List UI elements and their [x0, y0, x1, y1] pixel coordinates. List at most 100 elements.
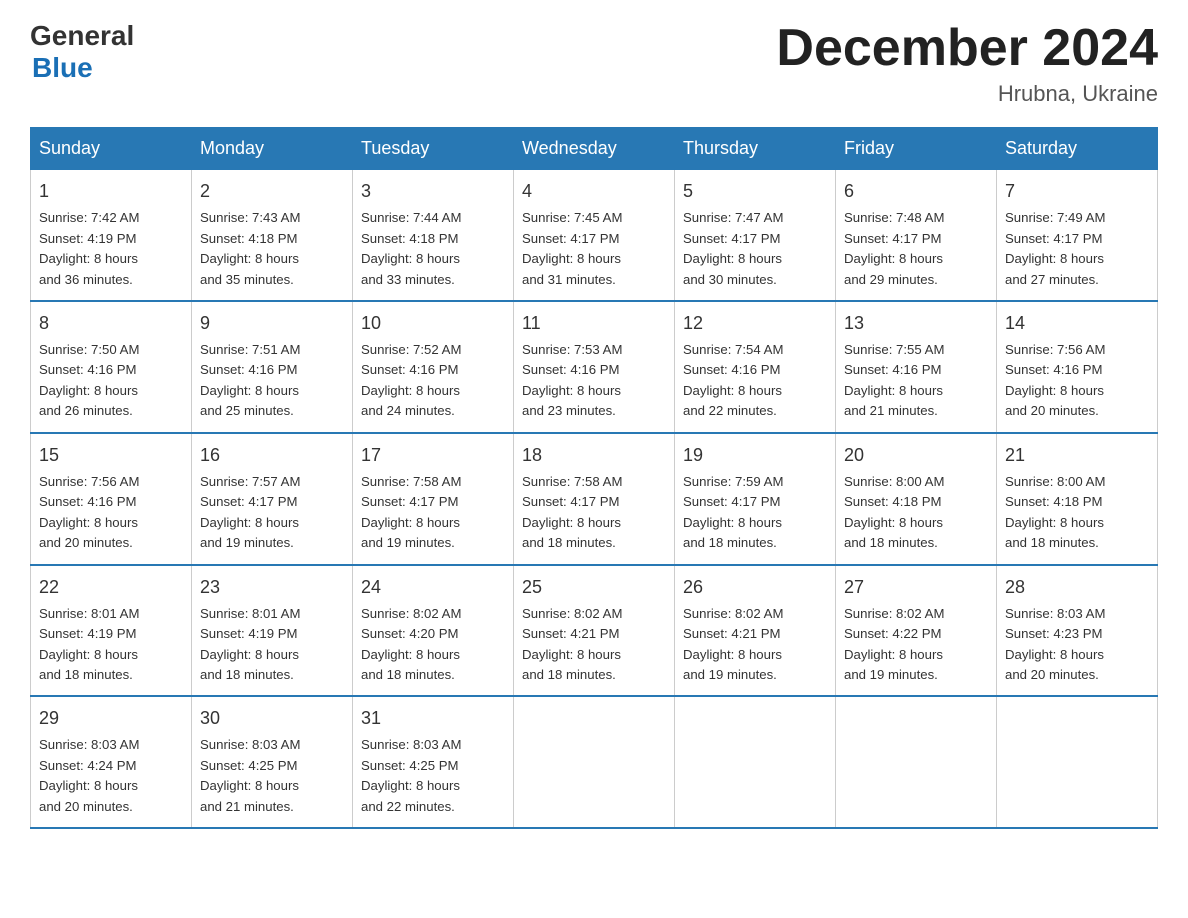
day-info: Sunrise: 7:58 AMSunset: 4:17 PMDaylight:…	[361, 472, 505, 554]
day-number: 4	[522, 178, 666, 205]
logo-blue-text: Blue	[32, 52, 93, 84]
calendar-day-cell: 28Sunrise: 8:03 AMSunset: 4:23 PMDayligh…	[997, 565, 1158, 697]
day-info: Sunrise: 7:59 AMSunset: 4:17 PMDaylight:…	[683, 472, 827, 554]
day-info: Sunrise: 8:01 AMSunset: 4:19 PMDaylight:…	[200, 604, 344, 686]
day-number: 13	[844, 310, 988, 337]
day-info: Sunrise: 7:54 AMSunset: 4:16 PMDaylight:…	[683, 340, 827, 422]
calendar-day-cell: 31 Sunrise: 8:03 AMSunset: 4:25 PMDayligh…	[353, 696, 514, 828]
day-number: 18	[522, 442, 666, 469]
day-info: Sunrise: 8:01 AMSunset: 4:19 PMDaylight:…	[39, 604, 183, 686]
day-info: Sunrise: 8:02 AMSunset: 4:22 PMDaylight:…	[844, 604, 988, 686]
day-info: Sunrise: 8:02 AMSunset: 4:21 PMDaylight:…	[522, 604, 666, 686]
day-number: 31	[361, 705, 505, 732]
calendar-day-cell	[997, 696, 1158, 828]
calendar-day-cell: 15Sunrise: 7:56 AMSunset: 4:16 PMDayligh…	[31, 433, 192, 565]
header-monday: Monday	[192, 128, 353, 170]
day-number: 16	[200, 442, 344, 469]
calendar-day-cell: 18Sunrise: 7:58 AMSunset: 4:17 PMDayligh…	[514, 433, 675, 565]
header-tuesday: Tuesday	[353, 128, 514, 170]
day-info: Sunrise: 7:57 AMSunset: 4:17 PMDaylight:…	[200, 472, 344, 554]
day-info: Sunrise: 8:03 AMSunset: 4:24 PMDaylight:…	[39, 735, 183, 817]
day-info: Sunrise: 8:03 AMSunset: 4:25 PMDaylight:…	[200, 735, 344, 817]
day-number: 9	[200, 310, 344, 337]
page-header: General Blue December 2024 Hrubna, Ukrai…	[30, 20, 1158, 107]
month-title: December 2024	[776, 20, 1158, 77]
calendar-day-cell: 20 Sunrise: 8:00 AMSunset: 4:18 PMDayligh…	[836, 433, 997, 565]
calendar-day-cell: 10Sunrise: 7:52 AMSunset: 4:16 PMDayligh…	[353, 301, 514, 433]
calendar-day-cell: 26 Sunrise: 8:02 AMSunset: 4:21 PMDayligh…	[675, 565, 836, 697]
day-info: Sunrise: 7:55 AMSunset: 4:16 PMDaylight:…	[844, 340, 988, 422]
calendar-day-cell: 3 Sunrise: 7:44 AMSunset: 4:18 PMDaylight…	[353, 170, 514, 301]
day-info: Sunrise: 7:47 AMSunset: 4:17 PMDaylight:…	[683, 208, 827, 290]
day-number: 2	[200, 178, 344, 205]
calendar-day-cell: 24Sunrise: 8:02 AMSunset: 4:20 PMDayligh…	[353, 565, 514, 697]
header-saturday: Saturday	[997, 128, 1158, 170]
day-info: Sunrise: 7:56 AMSunset: 4:16 PMDaylight:…	[1005, 340, 1149, 422]
day-number: 1	[39, 178, 183, 205]
day-info: Sunrise: 7:56 AMSunset: 4:16 PMDaylight:…	[39, 472, 183, 554]
day-number: 11	[522, 310, 666, 337]
logo: General Blue	[30, 20, 134, 84]
day-info: Sunrise: 8:02 AMSunset: 4:21 PMDaylight:…	[683, 604, 827, 686]
day-number: 29	[39, 705, 183, 732]
calendar-day-cell: 2 Sunrise: 7:43 AMSunset: 4:18 PMDaylight…	[192, 170, 353, 301]
header-wednesday: Wednesday	[514, 128, 675, 170]
calendar-day-cell: 14 Sunrise: 7:56 AMSunset: 4:16 PMDayligh…	[997, 301, 1158, 433]
day-number: 8	[39, 310, 183, 337]
day-number: 21	[1005, 442, 1149, 469]
location: Hrubna, Ukraine	[776, 81, 1158, 107]
title-section: December 2024 Hrubna, Ukraine	[776, 20, 1158, 107]
calendar-day-cell	[836, 696, 997, 828]
calendar-week-row: 1 Sunrise: 7:42 AMSunset: 4:19 PMDaylight…	[31, 170, 1158, 301]
day-info: Sunrise: 7:42 AMSunset: 4:19 PMDaylight:…	[39, 208, 183, 290]
calendar-day-cell: 7 Sunrise: 7:49 AMSunset: 4:17 PMDaylight…	[997, 170, 1158, 301]
header-friday: Friday	[836, 128, 997, 170]
day-info: Sunrise: 7:52 AMSunset: 4:16 PMDaylight:…	[361, 340, 505, 422]
calendar-day-cell	[514, 696, 675, 828]
calendar-day-cell: 22 Sunrise: 8:01 AMSunset: 4:19 PMDayligh…	[31, 565, 192, 697]
day-number: 5	[683, 178, 827, 205]
calendar-day-cell: 4 Sunrise: 7:45 AMSunset: 4:17 PMDaylight…	[514, 170, 675, 301]
day-info: Sunrise: 7:43 AMSunset: 4:18 PMDaylight:…	[200, 208, 344, 290]
day-info: Sunrise: 8:03 AMSunset: 4:25 PMDaylight:…	[361, 735, 505, 817]
logo-general-text: General	[30, 20, 134, 52]
calendar-day-cell: 17 Sunrise: 7:58 AMSunset: 4:17 PMDayligh…	[353, 433, 514, 565]
calendar-day-cell: 9 Sunrise: 7:51 AMSunset: 4:16 PMDaylight…	[192, 301, 353, 433]
calendar-table: Sunday Monday Tuesday Wednesday Thursday…	[30, 127, 1158, 829]
calendar-day-cell: 21Sunrise: 8:00 AMSunset: 4:18 PMDayligh…	[997, 433, 1158, 565]
day-info: Sunrise: 8:00 AMSunset: 4:18 PMDaylight:…	[844, 472, 988, 554]
day-number: 17	[361, 442, 505, 469]
day-number: 7	[1005, 178, 1149, 205]
calendar-day-cell: 23Sunrise: 8:01 AMSunset: 4:19 PMDayligh…	[192, 565, 353, 697]
day-number: 25	[522, 574, 666, 601]
day-number: 26	[683, 574, 827, 601]
calendar-week-row: 29 Sunrise: 8:03 AMSunset: 4:24 PMDayligh…	[31, 696, 1158, 828]
day-info: Sunrise: 7:45 AMSunset: 4:17 PMDaylight:…	[522, 208, 666, 290]
header-sunday: Sunday	[31, 128, 192, 170]
day-number: 6	[844, 178, 988, 205]
day-number: 19	[683, 442, 827, 469]
day-number: 12	[683, 310, 827, 337]
day-info: Sunrise: 7:48 AMSunset: 4:17 PMDaylight:…	[844, 208, 988, 290]
day-info: Sunrise: 7:53 AMSunset: 4:16 PMDaylight:…	[522, 340, 666, 422]
day-number: 28	[1005, 574, 1149, 601]
calendar-week-row: 22 Sunrise: 8:01 AMSunset: 4:19 PMDayligh…	[31, 565, 1158, 697]
calendar-day-cell: 19 Sunrise: 7:59 AMSunset: 4:17 PMDayligh…	[675, 433, 836, 565]
calendar-day-cell: 29 Sunrise: 8:03 AMSunset: 4:24 PMDayligh…	[31, 696, 192, 828]
day-number: 30	[200, 705, 344, 732]
day-number: 20	[844, 442, 988, 469]
calendar-day-cell	[675, 696, 836, 828]
day-number: 14	[1005, 310, 1149, 337]
day-number: 3	[361, 178, 505, 205]
day-info: Sunrise: 7:50 AMSunset: 4:16 PMDaylight:…	[39, 340, 183, 422]
calendar-day-cell: 30 Sunrise: 8:03 AMSunset: 4:25 PMDayligh…	[192, 696, 353, 828]
calendar-week-row: 15Sunrise: 7:56 AMSunset: 4:16 PMDayligh…	[31, 433, 1158, 565]
calendar-day-cell: 25 Sunrise: 8:02 AMSunset: 4:21 PMDayligh…	[514, 565, 675, 697]
calendar-day-cell: 5 Sunrise: 7:47 AMSunset: 4:17 PMDaylight…	[675, 170, 836, 301]
day-info: Sunrise: 7:49 AMSunset: 4:17 PMDaylight:…	[1005, 208, 1149, 290]
weekday-header-row: Sunday Monday Tuesday Wednesday Thursday…	[31, 128, 1158, 170]
day-info: Sunrise: 7:51 AMSunset: 4:16 PMDaylight:…	[200, 340, 344, 422]
calendar-day-cell: 6 Sunrise: 7:48 AMSunset: 4:17 PMDaylight…	[836, 170, 997, 301]
day-info: Sunrise: 7:44 AMSunset: 4:18 PMDaylight:…	[361, 208, 505, 290]
day-number: 22	[39, 574, 183, 601]
